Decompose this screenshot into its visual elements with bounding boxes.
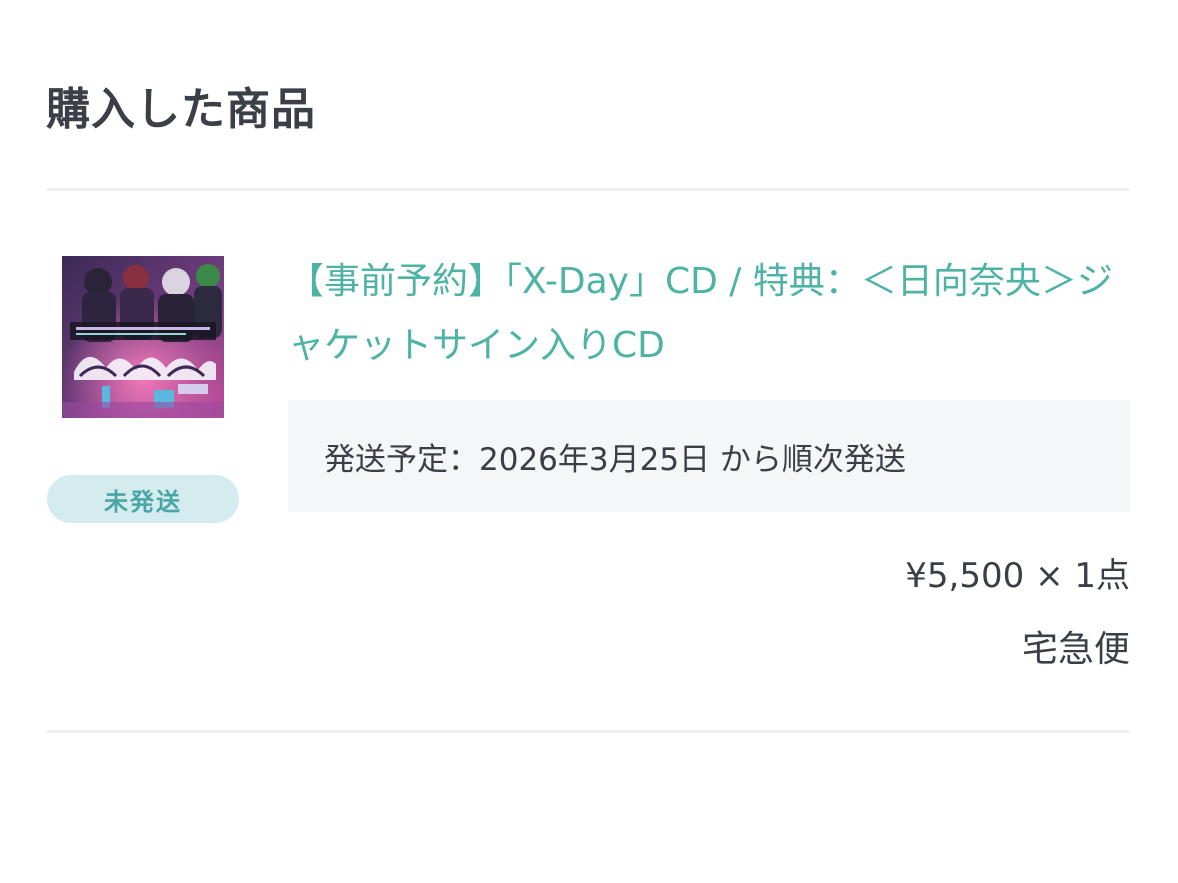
section-title: 購入した商品 (46, 84, 316, 135)
divider-top (46, 188, 1130, 191)
delivery-method: 宅急便 (1021, 629, 1130, 670)
status-badge: 未発送 (47, 475, 239, 523)
shipping-schedule-box: 発送予定：2026年3月25日 から順次発送 (288, 400, 1130, 512)
shipping-schedule-text: 発送予定：2026年3月25日 から順次発送 (324, 441, 906, 478)
price-quantity: ¥5,500 × 1点 (905, 556, 1130, 596)
divider-bottom (46, 730, 1130, 733)
product-thumbnail[interactable] (58, 252, 228, 422)
cd-jacket-image (62, 256, 224, 418)
product-title-link[interactable]: 【事前予約】「X-Day」CD / 特典：＜日向奈央＞ジャケットサイン入りCD (288, 250, 1138, 378)
